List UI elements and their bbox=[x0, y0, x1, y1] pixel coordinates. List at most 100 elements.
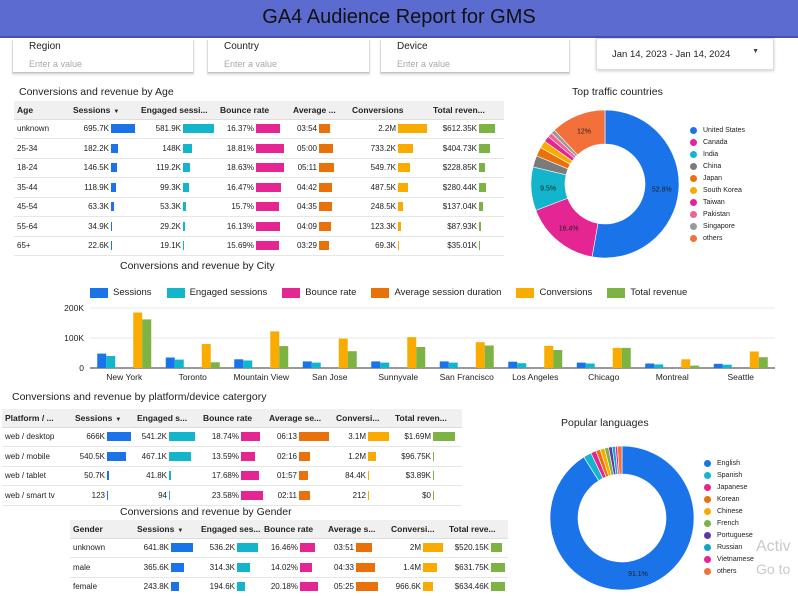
column-header[interactable]: Average ... bbox=[290, 101, 349, 120]
column-header[interactable]: Average s... bbox=[325, 520, 388, 539]
bar-total-revenue[interactable] bbox=[690, 365, 700, 368]
table-row[interactable]: 18-24 146.5K 119.2K 18.63% 05:11 549.7K $228.8… bbox=[14, 158, 504, 178]
country-legend-item[interactable]: South Korea bbox=[690, 184, 745, 196]
column-header[interactable]: Gender bbox=[70, 520, 134, 539]
bar-conversions[interactable] bbox=[338, 338, 348, 368]
table-row[interactable]: unknown 641.8K 536.2K 16.46% 03:51 2M $520.15K bbox=[70, 538, 508, 558]
language-legend-item[interactable]: Russian bbox=[704, 541, 754, 553]
table-row[interactable]: web / smart tv 123 94 23.58% 02:11 212 $0 bbox=[2, 485, 462, 506]
column-header[interactable]: Average se... bbox=[266, 409, 333, 428]
column-header[interactable]: Platform / ... bbox=[2, 409, 72, 428]
device-filter[interactable]: Device Enter a value bbox=[380, 40, 570, 74]
device-filter-input[interactable]: Enter a value bbox=[397, 59, 450, 69]
column-header[interactable]: Conversi... bbox=[333, 409, 392, 428]
bar-total-revenue[interactable] bbox=[758, 357, 768, 368]
table-row[interactable]: web / desktop 666K 541.2K 18.74% 06:13 3.1M $1… bbox=[2, 427, 462, 447]
language-legend-item[interactable]: French bbox=[704, 517, 754, 529]
bar-engaged-sessions[interactable] bbox=[380, 362, 390, 368]
table-row[interactable]: female 243.8K 194.6K 20.18% 05:25 966.6K $634.… bbox=[70, 577, 508, 596]
bar-total-revenue[interactable] bbox=[279, 346, 289, 368]
city-legend-item[interactable]: Bounce rate bbox=[282, 287, 356, 298]
column-header[interactable]: Bounce rate bbox=[217, 101, 290, 120]
language-legend-item[interactable]: English bbox=[704, 457, 754, 469]
table-row[interactable]: male 365.6K 314.3K 14.02% 04:33 1.4M $631.75K bbox=[70, 557, 508, 578]
column-header[interactable]: Bounce rate bbox=[261, 520, 325, 539]
city-legend-item[interactable]: Total revenue bbox=[607, 287, 687, 298]
column-header[interactable]: Total reve... bbox=[446, 520, 508, 539]
language-legend-item[interactable]: Chinese bbox=[704, 505, 754, 517]
bar-total-revenue[interactable] bbox=[484, 345, 494, 369]
city-legend-item[interactable]: Average session duration bbox=[371, 287, 501, 298]
bar-conversions[interactable] bbox=[475, 342, 485, 368]
date-range-picker[interactable]: Jan 14, 2023 - Jan 14, 2024 ▼ bbox=[596, 38, 774, 70]
table-row[interactable]: 55-64 34.9K 29.2K 16.13% 04:09 123.3K $87.93K bbox=[14, 216, 504, 237]
country-filter-input[interactable]: Enter a value bbox=[224, 59, 277, 69]
country-legend-item[interactable]: others bbox=[690, 232, 745, 244]
country-legend-item[interactable]: Japan bbox=[690, 172, 745, 184]
bar-engaged-sessions[interactable] bbox=[585, 363, 595, 369]
country-filter[interactable]: Country Enter a value bbox=[207, 40, 370, 74]
column-header[interactable]: Sessions ▼ bbox=[134, 520, 198, 539]
bar-sessions[interactable] bbox=[645, 363, 655, 369]
column-header[interactable]: Total reven... bbox=[430, 101, 504, 120]
bar-conversions[interactable] bbox=[749, 351, 759, 369]
bar-sessions[interactable] bbox=[371, 361, 381, 368]
bar-conversions[interactable] bbox=[681, 359, 691, 368]
bar-conversions[interactable] bbox=[270, 331, 280, 368]
bar-total-revenue[interactable] bbox=[553, 350, 563, 368]
bar-sessions[interactable] bbox=[439, 361, 449, 368]
table-row[interactable]: web / mobile 540.5K 467.1K 13.59% 02:16 1.2M $… bbox=[2, 446, 462, 467]
region-filter[interactable]: Region Enter a value bbox=[12, 40, 194, 74]
bar-sessions[interactable] bbox=[97, 353, 107, 368]
country-legend-item[interactable]: Pakistan bbox=[690, 208, 745, 220]
table-row[interactable]: 65+ 22.6K 19.1K 15.69% 03:29 69.3K $35.01K bbox=[14, 236, 504, 256]
bar-engaged-sessions[interactable] bbox=[106, 356, 116, 368]
country-legend-item[interactable]: India bbox=[690, 148, 745, 160]
country-legend-item[interactable]: United States bbox=[690, 124, 745, 136]
column-header[interactable]: Engaged s... bbox=[134, 409, 200, 428]
table-row[interactable]: 25-34 182.2K 148K 18.81% 05:00 733.2K $404.73K bbox=[14, 138, 504, 159]
sort-desc-icon[interactable]: ▼ bbox=[177, 528, 183, 534]
column-header[interactable]: Conversions bbox=[349, 101, 430, 120]
bar-total-revenue[interactable] bbox=[416, 347, 426, 368]
bar-total-revenue[interactable] bbox=[142, 319, 152, 368]
bar-total-revenue[interactable] bbox=[621, 347, 631, 368]
bar-conversions[interactable] bbox=[612, 347, 622, 368]
column-header[interactable]: Sessions ▼ bbox=[70, 101, 138, 120]
country-legend-item[interactable]: Canada bbox=[690, 136, 745, 148]
bar-engaged-sessions[interactable] bbox=[654, 364, 664, 368]
bar-sessions[interactable] bbox=[302, 361, 312, 368]
sort-desc-icon[interactable]: ▼ bbox=[115, 417, 121, 423]
bar-sessions[interactable] bbox=[576, 362, 586, 368]
city-legend-item[interactable]: Sessions bbox=[90, 287, 152, 298]
bar-conversions[interactable] bbox=[201, 344, 211, 368]
language-legend-item[interactable]: others bbox=[704, 565, 754, 577]
bar-engaged-sessions[interactable] bbox=[722, 364, 732, 368]
city-legend-item[interactable]: Conversions bbox=[516, 287, 592, 298]
bar-conversions[interactable] bbox=[407, 337, 417, 368]
bar-conversions[interactable] bbox=[544, 345, 554, 368]
bar-engaged-sessions[interactable] bbox=[174, 359, 184, 368]
bar-sessions[interactable] bbox=[508, 361, 518, 368]
language-legend-item[interactable]: Portuguese bbox=[704, 529, 754, 541]
column-header[interactable]: Total reven... bbox=[392, 409, 462, 428]
city-legend-item[interactable]: Engaged sessions bbox=[166, 287, 267, 298]
table-row[interactable]: 35-44 118.9K 99.3K 16.47% 04:42 487.5K $280.44… bbox=[14, 177, 504, 198]
language-legend-item[interactable]: Japanese bbox=[704, 481, 754, 493]
country-legend-item[interactable]: Taiwan bbox=[690, 196, 745, 208]
bar-total-revenue[interactable] bbox=[347, 351, 357, 368]
column-header[interactable]: Bounce rate bbox=[200, 409, 266, 428]
column-header[interactable]: Engaged sessi... bbox=[138, 101, 217, 120]
table-row[interactable]: unknown 695.7K 581.9K 16.37% 03:54 2.2M $612.3… bbox=[14, 119, 504, 139]
language-legend-item[interactable]: Spanish bbox=[704, 469, 754, 481]
region-filter-input[interactable]: Enter a value bbox=[29, 59, 82, 69]
column-header[interactable]: Engaged ses... bbox=[198, 520, 261, 539]
bar-total-revenue[interactable] bbox=[210, 362, 220, 368]
column-header[interactable]: Sessions ▼ bbox=[72, 409, 134, 428]
sort-desc-icon[interactable]: ▼ bbox=[113, 109, 119, 115]
bar-engaged-sessions[interactable] bbox=[517, 363, 527, 368]
bar-engaged-sessions[interactable] bbox=[448, 362, 458, 368]
country-legend-item[interactable]: Singapore bbox=[690, 220, 745, 232]
table-row[interactable]: web / tablet 50.7K 41.8K 17.68% 01:57 84.4K $3… bbox=[2, 466, 462, 486]
bar-sessions[interactable] bbox=[234, 359, 244, 368]
